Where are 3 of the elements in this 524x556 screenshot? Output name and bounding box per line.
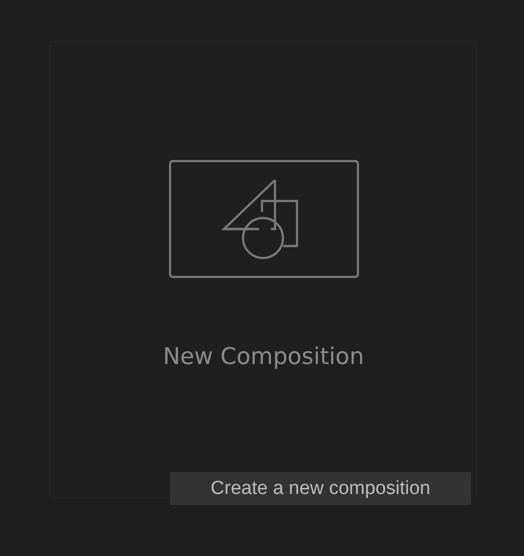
shapes-icon bbox=[168, 160, 358, 278]
tooltip: Create a new composition bbox=[170, 472, 471, 505]
card-title: New Composition bbox=[162, 344, 364, 370]
